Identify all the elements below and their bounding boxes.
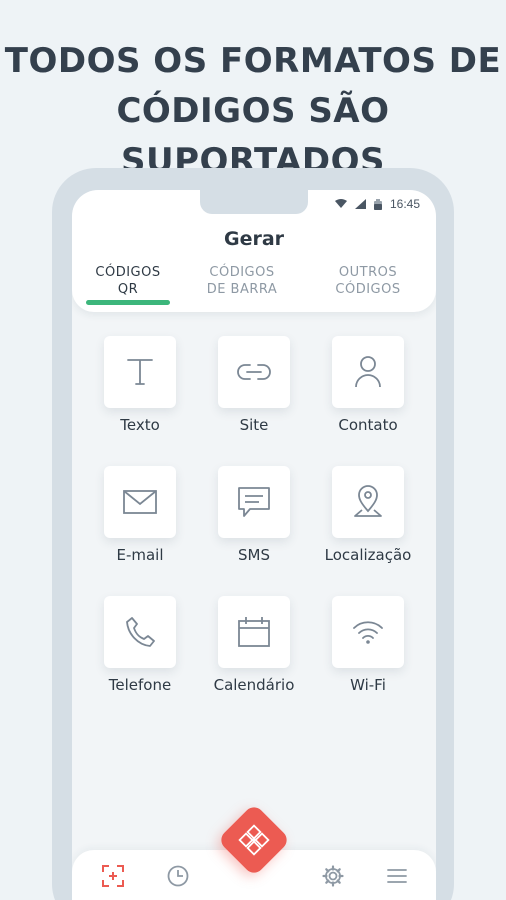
tile-label: Site xyxy=(239,416,269,434)
tile-wifi[interactable] xyxy=(332,596,404,668)
mail-icon xyxy=(123,490,157,514)
tile-label: Telefone xyxy=(108,676,172,694)
tab-barcodes[interactable]: CÓDIGOS DE BARRA xyxy=(196,264,288,298)
phone-notch xyxy=(200,190,308,214)
tab-qr-codes[interactable]: CÓDIGOS QR xyxy=(82,264,174,298)
grid-item-calendario[interactable]: Calendário xyxy=(194,596,314,694)
location-pin-icon xyxy=(354,485,382,517)
grid-item-contato[interactable]: Contato xyxy=(308,336,428,434)
tile-label: Texto xyxy=(120,416,160,434)
link-icon xyxy=(237,364,271,380)
phone-screen: 16:45 Gerar CÓDIGOS QR CÓDIGOS DE BARRA … xyxy=(72,190,436,900)
status-bar: 16:45 xyxy=(334,196,420,212)
tile-label: Calendário xyxy=(213,676,295,694)
history-icon[interactable] xyxy=(167,865,189,892)
tab-other-codes[interactable]: OUTROS CÓDIGOS xyxy=(322,264,414,298)
grid-item-telefone[interactable]: Telefone xyxy=(80,596,200,694)
settings-icon[interactable] xyxy=(322,865,344,892)
person-icon xyxy=(355,356,381,388)
text-icon xyxy=(127,359,153,385)
signal-icon xyxy=(354,199,366,209)
phone-icon xyxy=(126,617,155,647)
tile-label: Wi-Fi xyxy=(350,676,386,694)
headline-line-1: TODOS OS FORMATOS DE xyxy=(4,41,502,81)
tile-localizacao[interactable] xyxy=(332,466,404,538)
grid-item-email[interactable]: E-mail xyxy=(80,466,200,564)
tile-texto[interactable] xyxy=(104,336,176,408)
wifi-status-icon xyxy=(334,199,347,209)
status-time: 16:45 xyxy=(389,197,420,211)
tile-telefone[interactable] xyxy=(104,596,176,668)
grid-item-sms[interactable]: SMS xyxy=(194,466,314,564)
wifi-icon xyxy=(353,621,383,644)
grid-item-localizacao[interactable]: Localização xyxy=(308,466,428,564)
menu-icon[interactable] xyxy=(387,865,407,892)
scan-icon[interactable] xyxy=(102,865,124,892)
battery-icon xyxy=(373,198,382,210)
tile-label: SMS xyxy=(238,546,270,564)
tile-site[interactable] xyxy=(218,336,290,408)
tile-contato[interactable] xyxy=(332,336,404,408)
tile-sms[interactable] xyxy=(218,466,290,538)
grid-item-texto[interactable]: Texto xyxy=(80,336,200,434)
generate-icon[interactable] xyxy=(236,822,272,863)
tile-calendario[interactable] xyxy=(218,596,290,668)
page-title: Gerar xyxy=(223,228,285,250)
grid-item-site[interactable]: Site xyxy=(194,336,314,434)
message-icon xyxy=(238,487,270,517)
grid-item-wifi[interactable]: Wi-Fi xyxy=(308,596,428,694)
headline: TODOS OS FORMATOS DE CÓDIGOS SÃO SUPORTA… xyxy=(0,36,506,186)
tile-label: Contato xyxy=(338,416,398,434)
tile-email[interactable] xyxy=(104,466,176,538)
tile-label: E-mail xyxy=(116,546,164,564)
active-tab-indicator xyxy=(86,300,170,305)
tile-label: Localização xyxy=(324,546,412,564)
calendar-icon xyxy=(238,617,270,647)
